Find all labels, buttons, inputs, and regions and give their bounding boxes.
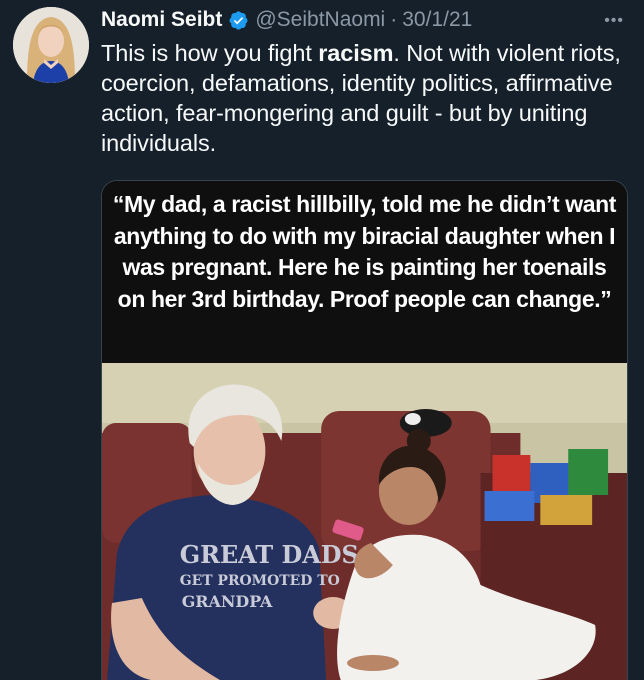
shirt-text-line-2: GET PROMOTED TO bbox=[180, 573, 340, 589]
shirt-text-line-3: GRANDPA bbox=[182, 592, 273, 611]
tweet-header: Naomi Seibt @SeibtNaomi · 30/1/21 bbox=[101, 6, 472, 34]
tweet-text: This is how you fight racism. Not with v… bbox=[101, 38, 621, 158]
author-name[interactable]: Naomi Seibt bbox=[101, 6, 222, 34]
meme-quote-text: “My dad, a racist hillbilly, told me he … bbox=[102, 181, 627, 363]
shirt-text-line-1: GREAT DADS bbox=[180, 541, 359, 569]
more-options-icon[interactable]: ••• bbox=[604, 12, 624, 30]
verified-badge-icon bbox=[228, 10, 249, 31]
tweet-date[interactable]: 30/1/21 bbox=[402, 6, 472, 34]
author-handle[interactable]: @SeibtNaomi bbox=[255, 6, 385, 34]
tweet-media[interactable]: “My dad, a racist hillbilly, told me he … bbox=[101, 180, 628, 680]
avatar[interactable] bbox=[13, 7, 89, 83]
tweet-text-part-1: This is how you fight bbox=[101, 40, 319, 66]
meme-photo: GREAT DADS GET PROMOTED TO GRANDPA bbox=[102, 363, 627, 680]
tweet: Naomi Seibt @SeibtNaomi · 30/1/21 ••• Th… bbox=[0, 0, 644, 680]
tweet-text-bold: racism bbox=[318, 40, 394, 66]
header-separator: · bbox=[390, 8, 398, 31]
